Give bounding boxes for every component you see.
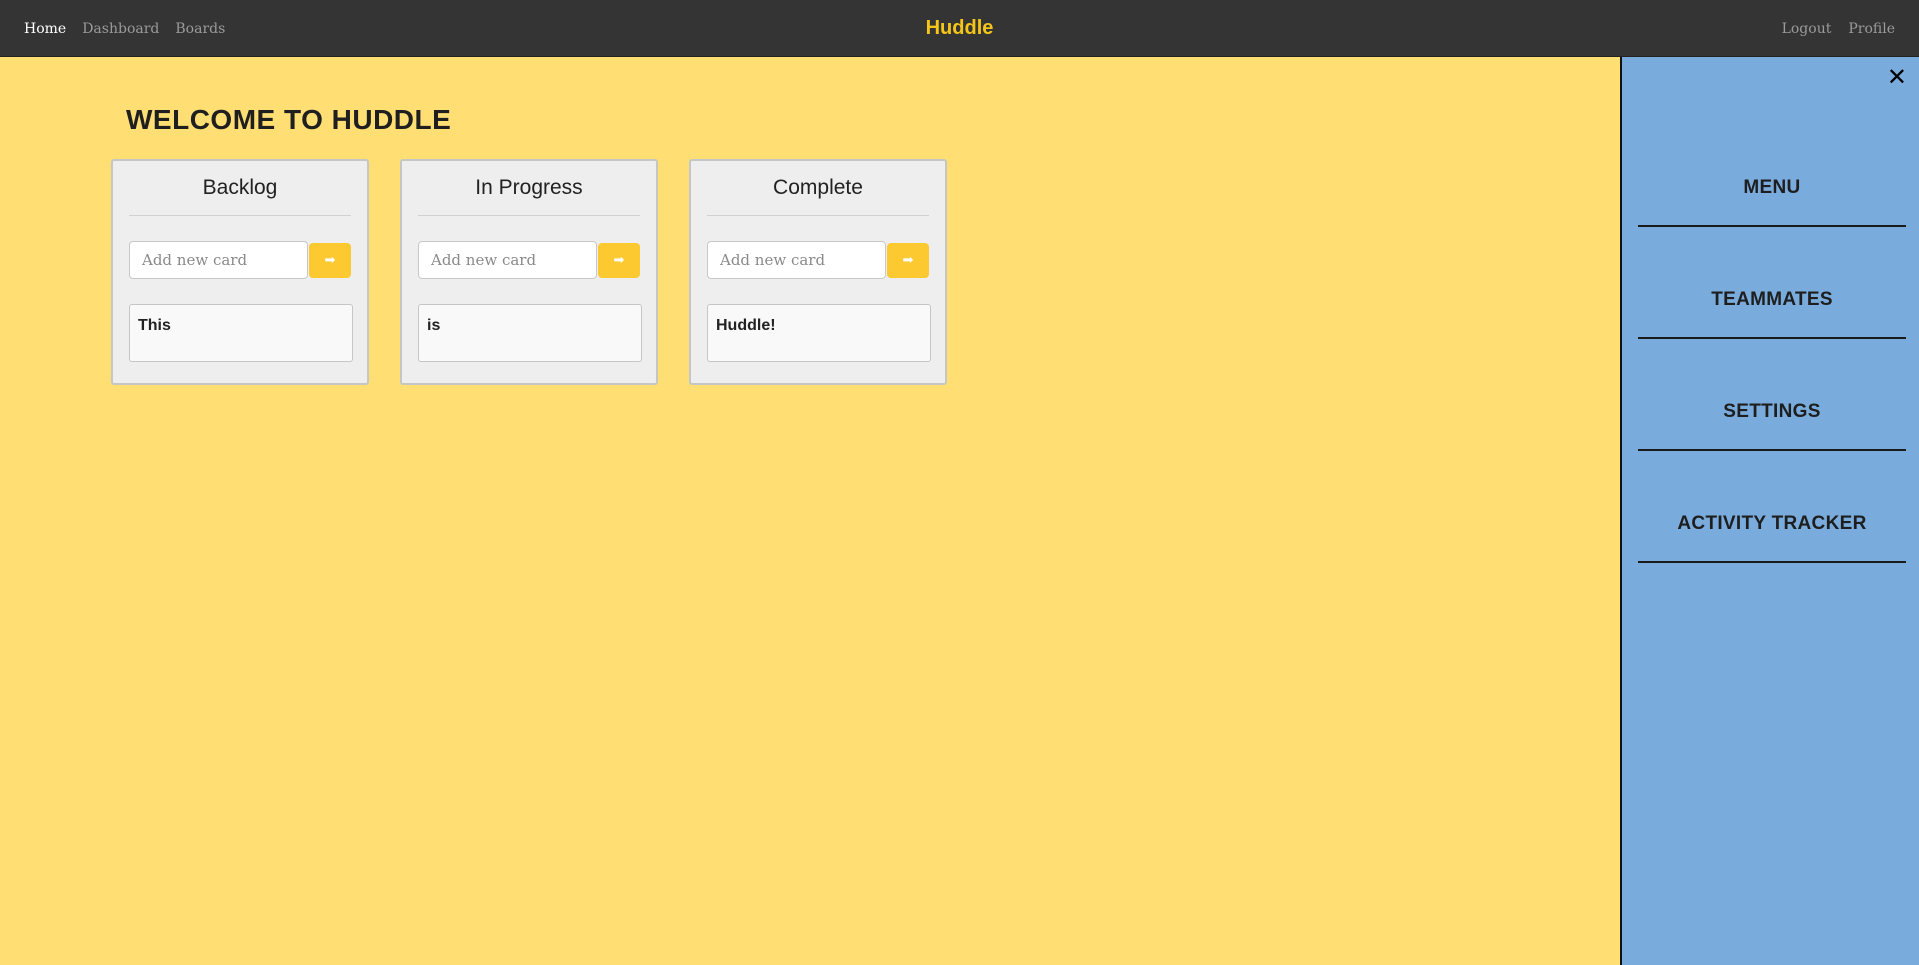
- add-card-button[interactable]: ➡: [887, 242, 929, 278]
- card[interactable]: This: [129, 304, 353, 362]
- menu-item-teammates[interactable]: TEAMMATES: [1638, 289, 1906, 339]
- list-in-progress: In Progress ➡ is: [400, 159, 658, 385]
- card[interactable]: is: [418, 304, 642, 362]
- nav-link-profile[interactable]: Profile: [1848, 21, 1895, 37]
- add-card-button[interactable]: ➡: [309, 242, 351, 278]
- side-menu: ✕ MENU TEAMMATES SETTINGS ACTIVITY TRACK…: [1620, 57, 1919, 965]
- nav-link-boards[interactable]: Boards: [175, 21, 225, 37]
- nav-link-logout[interactable]: Logout: [1782, 21, 1832, 37]
- nav-link-dashboard[interactable]: Dashboard: [82, 21, 159, 37]
- nav-right-links: Logout Profile: [1782, 0, 1895, 57]
- list-title: Backlog: [129, 161, 351, 216]
- add-card-row: ➡: [707, 241, 929, 279]
- brand-container: Huddle: [0, 0, 1919, 57]
- close-icon[interactable]: ✕: [1887, 65, 1907, 89]
- list-title: In Progress: [418, 161, 640, 216]
- arrow-right-icon: ➡: [613, 252, 625, 267]
- add-card-input[interactable]: [418, 241, 597, 279]
- arrow-right-icon: ➡: [902, 252, 914, 267]
- add-card-row: ➡: [418, 241, 640, 279]
- list-complete: Complete ➡ Huddle!: [689, 159, 947, 385]
- nav-left-links: Home Dashboard Boards: [24, 0, 225, 57]
- menu-item-menu[interactable]: MENU: [1638, 177, 1906, 227]
- card[interactable]: Huddle!: [707, 304, 931, 362]
- arrow-right-icon: ➡: [324, 252, 336, 267]
- list-backlog: Backlog ➡ This: [111, 159, 369, 385]
- top-navbar: Home Dashboard Boards Huddle Logout Prof…: [0, 0, 1919, 57]
- board-lists: Backlog ➡ This In Progress ➡ is Complete…: [111, 159, 947, 385]
- menu-item-settings[interactable]: SETTINGS: [1638, 401, 1906, 451]
- add-card-row: ➡: [129, 241, 351, 279]
- menu-item-activity-tracker[interactable]: ACTIVITY TRACKER: [1638, 513, 1906, 563]
- list-title: Complete: [707, 161, 929, 216]
- add-card-input[interactable]: [707, 241, 886, 279]
- add-card-input[interactable]: [129, 241, 308, 279]
- brand-logo-text[interactable]: Huddle: [926, 17, 994, 40]
- add-card-button[interactable]: ➡: [598, 242, 640, 278]
- nav-link-home[interactable]: Home: [24, 21, 66, 37]
- page-title: WELCOME TO HUDDLE: [126, 104, 452, 135]
